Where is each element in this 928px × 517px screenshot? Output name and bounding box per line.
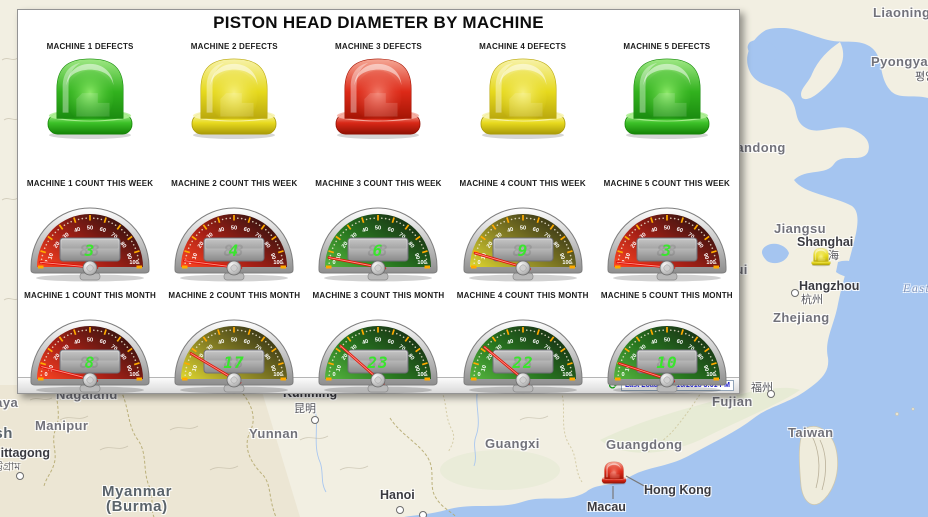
gauge-red: 0102030405060708090100 88 3 (604, 193, 730, 283)
svg-text:50: 50 (87, 338, 93, 344)
svg-text:50: 50 (664, 338, 670, 344)
svg-text:100: 100 (274, 372, 283, 378)
defect-light-label: MACHINE 3 DEFECTS (335, 42, 422, 51)
week-gauge-machine-5: MACHINE 5 COUNT THIS WEEK 01020304050607… (595, 179, 739, 283)
month-gauge-machine-3: MACHINE 3 COUNT THIS MONTH 0102030405060… (306, 291, 450, 395)
svg-text:100: 100 (562, 260, 571, 266)
svg-text:3: 3 (84, 241, 96, 260)
week-gauges-row: MACHINE 1 COUNT THIS WEEK 01020304050607… (18, 179, 739, 283)
svg-text:17: 17 (224, 353, 245, 372)
month-gauge-label: MACHINE 3 COUNT THIS MONTH (313, 291, 445, 300)
svg-text:0: 0 (333, 372, 336, 378)
svg-text:50: 50 (520, 338, 526, 344)
week-gauge-machine-2: MACHINE 2 COUNT THIS WEEK 01020304050607… (162, 179, 306, 283)
svg-text:100: 100 (129, 260, 138, 266)
svg-text:100: 100 (274, 260, 283, 266)
week-gauge-machine-3: MACHINE 3 COUNT THIS WEEK 01020304050607… (306, 179, 450, 283)
svg-text:100: 100 (129, 372, 138, 378)
svg-text:10: 10 (656, 353, 677, 372)
svg-text:0: 0 (621, 372, 624, 378)
svg-text:50: 50 (375, 226, 381, 232)
gauge-yellow: 0102030405060708090100 88 17 (171, 305, 297, 395)
week-gauge-machine-1: MACHINE 1 COUNT THIS WEEK 01020304050607… (18, 179, 162, 283)
svg-text:100: 100 (418, 372, 427, 378)
defect-light-label: MACHINE 1 DEFECTS (47, 42, 134, 51)
svg-text:0: 0 (477, 260, 480, 266)
svg-text:100: 100 (706, 372, 715, 378)
svg-text:100: 100 (562, 372, 571, 378)
defect-light-label: MACHINE 4 DEFECTS (479, 42, 566, 51)
led-indicator-green (618, 56, 716, 140)
defect-light-label: MACHINE 5 DEFECTS (623, 42, 710, 51)
month-gauge-label: MACHINE 5 COUNT THIS MONTH (601, 291, 733, 300)
month-gauge-label: MACHINE 4 COUNT THIS MONTH (457, 291, 589, 300)
month-gauge-machine-4: MACHINE 4 COUNT THIS MONTH 0102030405060… (451, 291, 595, 395)
svg-text:9: 9 (517, 241, 528, 260)
svg-text:50: 50 (520, 226, 526, 232)
svg-text:50: 50 (231, 226, 237, 232)
gauge-red: 0102030405060708090100 88 4 (171, 193, 297, 283)
defect-light-label: MACHINE 2 DEFECTS (191, 42, 278, 51)
week-gauge-label: MACHINE 5 COUNT THIS WEEK (604, 179, 730, 188)
month-gauge-machine-2: MACHINE 2 COUNT THIS MONTH 0102030405060… (162, 291, 306, 395)
svg-text:50: 50 (87, 226, 93, 232)
week-gauge-label: MACHINE 2 COUNT THIS WEEK (171, 179, 297, 188)
gauge-green: 0102030405060708090100 88 6 (315, 193, 441, 283)
month-gauges-row: MACHINE 1 COUNT THIS MONTH 0102030405060… (18, 291, 739, 395)
gauge-red: 0102030405060708090100 88 3 (27, 193, 153, 283)
gauge-yellow: 0102030405060708090100 88 9 (460, 193, 586, 283)
month-gauge-machine-1: MACHINE 1 COUNT THIS MONTH 0102030405060… (18, 291, 162, 395)
svg-text:0: 0 (477, 372, 480, 378)
week-gauge-label: MACHINE 3 COUNT THIS WEEK (315, 179, 441, 188)
svg-text:8: 8 (85, 353, 96, 372)
svg-text:3: 3 (661, 241, 673, 260)
defect-light-machine-5: MACHINE 5 DEFECTS (595, 42, 739, 140)
svg-text:4: 4 (229, 241, 240, 260)
svg-text:0: 0 (45, 372, 48, 378)
month-gauge-machine-5: MACHINE 5 COUNT THIS MONTH 0102030405060… (595, 291, 739, 395)
page-title: PISTON HEAD DIAMETER BY MACHINE (18, 13, 739, 33)
month-gauge-label: MACHINE 2 COUNT THIS MONTH (168, 291, 300, 300)
gauge-green: 0102030405060708090100 88 22 (460, 305, 586, 395)
screenshot-root: LiaoningPyongyang평양ShandongJiangsuShangh… (0, 0, 928, 517)
week-gauge-label: MACHINE 4 COUNT THIS WEEK (459, 179, 585, 188)
svg-text:23: 23 (367, 353, 389, 372)
defect-lights-row: MACHINE 1 DEFECTS MACHINE 2 DEFECTS MACH… (18, 42, 739, 140)
svg-text:0: 0 (333, 260, 336, 266)
defect-light-machine-1: MACHINE 1 DEFECTS (18, 42, 162, 140)
gauge-green: 0102030405060708090100 88 10 (604, 305, 730, 395)
gauge-green: 0102030405060708090100 88 23 (315, 305, 441, 395)
svg-text:50: 50 (664, 226, 670, 232)
defect-light-machine-2: MACHINE 2 DEFECTS (162, 42, 306, 140)
led-indicator-yellow (474, 56, 572, 140)
dashboard-panel: PISTON HEAD DIAMETER BY MACHINE MACHINE … (17, 9, 740, 394)
month-gauge-label: MACHINE 1 COUNT THIS MONTH (24, 291, 156, 300)
defect-light-machine-3: MACHINE 3 DEFECTS (306, 42, 450, 140)
gauge-red: 0102030405060708090100 88 8 (27, 305, 153, 395)
svg-text:50: 50 (375, 338, 381, 344)
svg-text:50: 50 (231, 338, 237, 344)
week-gauge-machine-4: MACHINE 4 COUNT THIS WEEK 01020304050607… (451, 179, 595, 283)
led-indicator-yellow (185, 56, 283, 140)
led-indicator-green (41, 56, 139, 140)
svg-text:22: 22 (511, 353, 533, 372)
svg-text:100: 100 (418, 260, 427, 266)
defect-light-machine-4: MACHINE 4 DEFECTS (451, 42, 595, 140)
week-gauge-label: MACHINE 1 COUNT THIS WEEK (27, 179, 153, 188)
led-indicator-red (329, 56, 427, 140)
svg-text:0: 0 (189, 372, 192, 378)
svg-text:6: 6 (373, 241, 384, 260)
svg-text:100: 100 (706, 260, 715, 266)
